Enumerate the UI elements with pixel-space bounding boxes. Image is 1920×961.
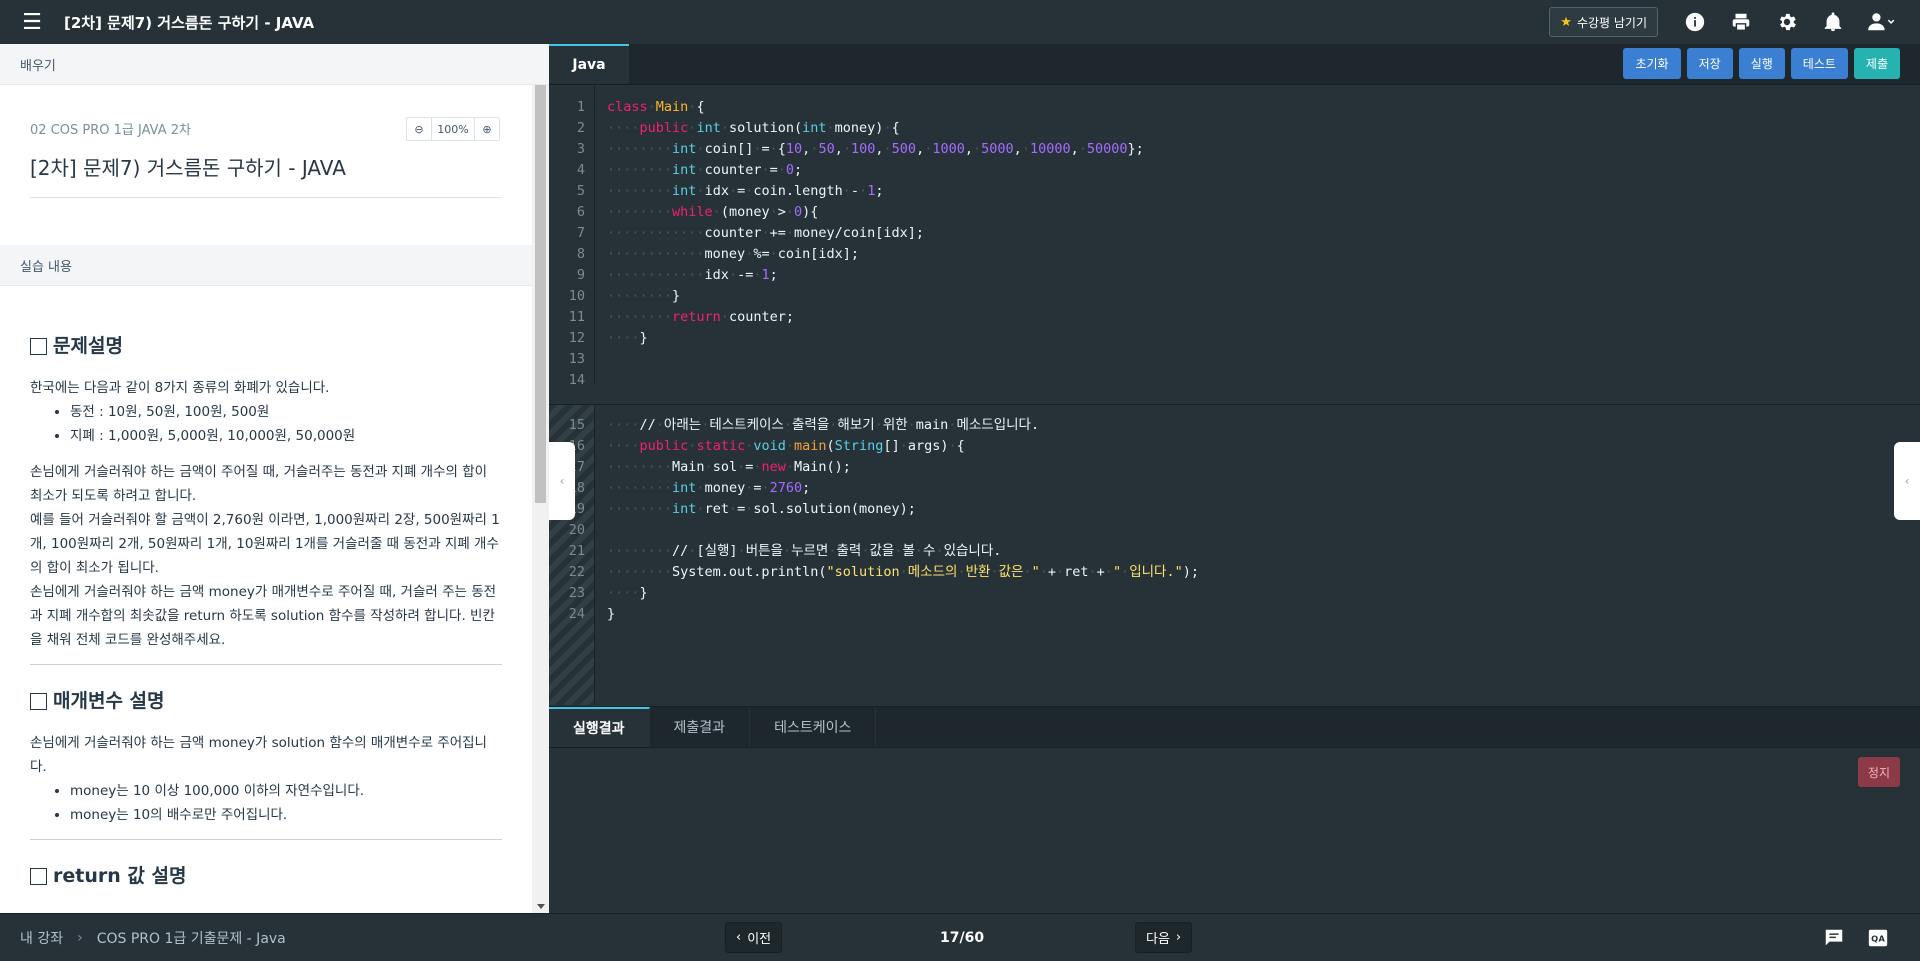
zoom-control: ⊖ 100% ⊕ [406, 117, 500, 141]
chevron-right-icon: › [77, 929, 83, 946]
problem-title: [2차] 문제7) 거스름돈 구하기 - JAVA [30, 152, 501, 198]
code-line: 13 [568, 351, 585, 367]
code-editor: Java 초기화 저장 실행 테스트 제출 1 class·Main·{ 2 ···… [549, 44, 1920, 706]
code-line: 1 class·Main·{ [576, 99, 705, 115]
code-line: 20 [568, 522, 585, 538]
desc-paragraph-3: 손님에게 거슬러줘야 하는 금액 money가 매개변수로 주어질 때, 거슬러… [30, 584, 497, 648]
list-item: 동전 : 10원, 50원, 100원, 500원 [70, 400, 502, 424]
bell-icon[interactable] [1810, 0, 1856, 44]
code-line: 17 ········Main·sol·=·new·Main(); [568, 459, 851, 475]
heading-description: 문제설명 [30, 334, 502, 358]
chat-icon[interactable] [1818, 922, 1849, 953]
svg-text:A: A [1878, 933, 1885, 943]
chevron-left-icon: ‹ [736, 930, 742, 945]
list-item: 지폐 : 1,000원, 5,000원, 10,000원, 50,000원 [70, 424, 502, 448]
code-line: 7 ············counter·+=·money/coin[idx]; [576, 225, 925, 241]
results-panel: 실행결과 제출결과 테스트케이스 정지 [549, 706, 1920, 913]
code-line: 24} [568, 606, 616, 622]
zoom-out-icon[interactable]: ⊖ [407, 118, 431, 140]
heading-params: 매개변수 설명 [30, 689, 502, 713]
desc-list: 동전 : 10원, 50원, 100원, 500원 지폐 : 1,000원, 5… [30, 400, 502, 448]
code-line: 11 ········return·counter; [568, 309, 794, 325]
breadcrumb-course[interactable]: COS PRO 1급 기출문제 - Java [97, 928, 286, 948]
test-button[interactable]: 테스트 [1790, 48, 1848, 79]
qa-icon[interactable]: QA [1862, 922, 1893, 953]
divider [30, 664, 502, 665]
code-line: 6 ········while·(money·>·0){ [576, 204, 819, 220]
review-label: 수강평 남기기 [1576, 15, 1647, 30]
code-line: 18 ········int·money·=·2760; [568, 480, 811, 496]
review-button[interactable]: ★ 수강평 남기기 [1549, 7, 1658, 37]
code-line: 12 ····} [568, 330, 648, 346]
reset-button[interactable]: 초기화 [1623, 48, 1681, 79]
problem-header: 02 COS PRO 1급 JAVA 2차 [2차] 문제7) 거스름돈 구하기… [0, 85, 549, 245]
tab-testcases[interactable]: 테스트케이스 [750, 707, 877, 747]
results-tabs: 실행결과 제출결과 테스트케이스 [549, 707, 1920, 748]
scrollbar[interactable] [532, 85, 549, 913]
code-line: 19 ········int·ret·=·sol.solution(money); [568, 501, 916, 517]
heading-return: return 값 설명 [30, 864, 502, 888]
collapse-right-handle[interactable]: ‹ [1894, 442, 1920, 520]
breadcrumb: 내 강좌 › COS PRO 1급 기출문제 - Java [20, 914, 286, 961]
collapse-left-handle[interactable]: ‹ [549, 442, 575, 520]
checkbox-glyph [30, 692, 47, 710]
run-button[interactable]: 실행 [1738, 48, 1785, 79]
desc-paragraph-2: 예를 들어 거슬러줘야 할 금액이 2,760원 이라면, 1,000원짜리 2… [30, 512, 500, 576]
code-editor-main[interactable]: 1 class·Main·{ 2 ····public·int·solution(i… [549, 85, 1920, 388]
zoom-value: 100% [431, 118, 475, 140]
code-line: 23 ····} [568, 585, 648, 601]
code-line: 2 ····public·int·solution(int·money)·{ [576, 120, 900, 136]
top-bar: ☰ [2차] 문제7) 거스름돈 구하기 - JAVA ★ 수강평 남기기 [0, 0, 1920, 44]
info-icon[interactable] [1672, 0, 1718, 44]
code-line: 4 ········int·counter·=·0; [576, 162, 803, 178]
code-line: 9 ············idx·-=·1; [576, 267, 778, 283]
code-line: 16 ····public·static·void·main(String[]·a… [568, 438, 965, 454]
editor-tab-bar: Java 초기화 저장 실행 테스트 제출 [549, 44, 1920, 85]
problem-content: 문제설명 한국에는 다음과 같이 8가지 종류의 화폐가 있습니다. 동전 : … [0, 286, 532, 888]
svg-text:Q: Q [1871, 933, 1878, 943]
checkbox-glyph [30, 337, 47, 355]
breadcrumb-home[interactable]: 내 강좌 [20, 928, 63, 948]
code-line: 15 ····//·아래는·테스트케이스·출력을·해보기·위한·main·메소드입… [568, 417, 1040, 433]
code-editor-readonly: 15 ····//·아래는·테스트케이스·출력을·해보기·위한·main·메소드입… [549, 405, 1920, 705]
code-line: 5 ········int·idx·=·coin.length·-·1; [576, 183, 884, 199]
desc-intro: 한국에는 다음과 같이 8가지 종류의 화폐가 있습니다. [30, 380, 330, 396]
chevron-right-icon: › [1175, 930, 1182, 945]
code-line: 3 ········int·coin[]·=·{10,·50,·100,·500,… [576, 141, 1144, 157]
tab-submit-result[interactable]: 제출결과 [650, 707, 751, 747]
star-icon: ★ [1560, 14, 1572, 30]
divider [30, 839, 502, 840]
save-button[interactable]: 저장 [1686, 48, 1733, 79]
code-line: 10 ········} [568, 288, 681, 304]
zoom-in-icon[interactable]: ⊕ [475, 118, 499, 140]
params-paragraph: 손님에게 거슬러줘야 하는 금액 money가 solution 함수의 매개변… [30, 735, 487, 775]
gear-icon[interactable] [1764, 0, 1810, 44]
code-line: 21 ········//·[실행]·버튼을·누르면·출력·값을·볼·수·있습니다… [568, 543, 1002, 559]
desc-paragraph-1: 손님에게 거슬러줘야 하는 금액이 주어질 때, 거슬러주는 동전과 지폐 개수… [30, 464, 488, 504]
section-practice-header: 실습 내용 [0, 245, 549, 286]
next-button[interactable]: 다음 › [1135, 922, 1193, 953]
stop-button[interactable]: 정지 [1857, 757, 1900, 787]
problem-panel: 배우기 02 COS PRO 1급 JAVA 2차 [2차] 문제7) 거스름돈… [0, 44, 549, 913]
list-item: money는 10의 배수로만 주어집니다. [70, 803, 502, 827]
scrollbar-thumb[interactable] [535, 85, 546, 503]
list-item: money는 10 이상 100,000 이하의 자연수입니다. [70, 779, 502, 803]
section-learn-header: 배우기 [0, 44, 549, 85]
menu-icon[interactable]: ☰ [0, 0, 64, 44]
submit-button[interactable]: 제출 [1853, 48, 1900, 79]
page-indicator: 17/60 [940, 929, 985, 946]
bottom-bar: 내 강좌 › COS PRO 1급 기출문제 - Java ‹ 이전 17/60… [0, 913, 1920, 960]
code-line: 8 ············money·%=·coin[idx]; [576, 246, 860, 262]
page-title: [2차] 문제7) 거스름돈 구하기 - JAVA [64, 13, 315, 32]
code-line: 14 [568, 372, 585, 388]
code-line: 22 ········System.out.println("solution·메… [568, 564, 1199, 580]
scroll-down-arrow[interactable] [537, 904, 545, 909]
checkbox-glyph [30, 867, 47, 885]
prev-button[interactable]: ‹ 이전 [725, 922, 783, 953]
print-icon[interactable] [1718, 0, 1764, 44]
tab-run-result[interactable]: 실행결과 [549, 707, 650, 747]
params-list: money는 10 이상 100,000 이하의 자연수입니다. money는 … [30, 779, 502, 827]
tab-java[interactable]: Java [549, 44, 629, 84]
user-icon[interactable] [1856, 0, 1906, 44]
